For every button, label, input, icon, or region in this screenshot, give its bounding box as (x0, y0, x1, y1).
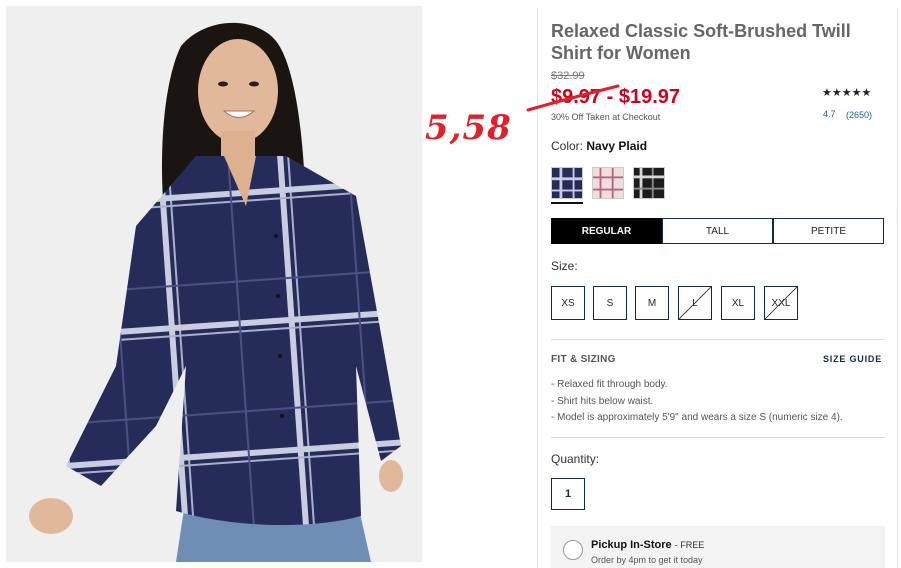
model-photo (6, 6, 422, 562)
pickup-in-store-option[interactable]: Pickup In-Store - FREE Order by 4pm to g… (551, 526, 885, 568)
sale-price: $9.97 - $19.97 (551, 86, 680, 108)
size-xs-button[interactable]: XS (551, 286, 585, 320)
selected-swatch-indicator (551, 202, 583, 204)
size-s-label: S (606, 297, 614, 309)
pickup-radio-button[interactable] (563, 540, 583, 560)
black-plaid-swatch-icon (634, 168, 664, 198)
selected-color-name: Navy Plaid (586, 139, 648, 153)
pink-plaid-swatch[interactable] (592, 167, 624, 199)
size-l-button-unavailable[interactable]: L (678, 286, 712, 320)
price-note: 30% Off Taken at Checkout (551, 112, 661, 122)
fit-petite-button[interactable]: PETITE (773, 218, 884, 244)
product-details-panel: Relaxed Classic Soft-Brushed Twill Shirt… (526, 8, 898, 568)
pickup-subtitle: Order by 4pm to get it today (591, 555, 703, 565)
navy-plaid-swatch[interactable] (551, 167, 583, 199)
handwritten-price-annotation: 5,58 (425, 108, 512, 148)
product-title: Relaxed Classic Soft-Brushed Twill Shirt… (551, 21, 851, 63)
size-xl-label: XL (731, 297, 745, 309)
pickup-title: Pickup In-Store - FREE (591, 539, 704, 551)
size-label: Size: (551, 259, 578, 273)
quantity-label: Quantity: (551, 452, 600, 466)
list-item: Relaxed fit through body. (551, 377, 843, 394)
color-label: Color: Navy Plaid (551, 139, 647, 153)
fit-sizing-list: Relaxed fit through body. Shirt hits bel… (551, 377, 843, 427)
original-price: $32.99 (551, 70, 585, 82)
rating-value[interactable]: 4.7 (823, 109, 836, 119)
pickup-free-label: - FREE (674, 540, 705, 550)
review-count-link[interactable]: (2650) (846, 110, 872, 120)
pink-plaid-swatch-icon (593, 168, 623, 198)
size-m-label: M (647, 297, 657, 309)
list-item: Model is approximately 5'9" and wears a … (551, 410, 843, 427)
size-guide-link[interactable]: SIZE GUIDE (823, 354, 882, 364)
unavailable-slash-icon (765, 287, 797, 319)
fit-sizing-heading[interactable]: FIT & SIZING (551, 354, 616, 365)
divider (551, 339, 885, 340)
color-label-text: Color: (551, 139, 584, 153)
size-m-button[interactable]: M (635, 286, 669, 320)
product-image (6, 6, 422, 562)
divider (551, 437, 885, 438)
star-rating-icon[interactable]: ★★★★★ (822, 86, 871, 99)
black-plaid-swatch[interactable] (633, 167, 665, 199)
size-xxl-button-unavailable[interactable]: XXL (764, 286, 798, 320)
size-xs-label: XS (561, 297, 575, 309)
size-xl-button[interactable]: XL (721, 286, 755, 320)
unavailable-slash-icon (679, 287, 711, 319)
size-s-button[interactable]: S (593, 286, 627, 320)
pickup-title-text: Pickup In-Store (591, 539, 672, 551)
fit-tall-button[interactable]: TALL (662, 218, 773, 244)
navy-plaid-swatch-icon (552, 168, 582, 198)
fit-regular-button[interactable]: REGULAR (551, 218, 662, 244)
list-item: Shirt hits below waist. (551, 394, 843, 411)
quantity-select[interactable]: 1 (551, 478, 585, 510)
